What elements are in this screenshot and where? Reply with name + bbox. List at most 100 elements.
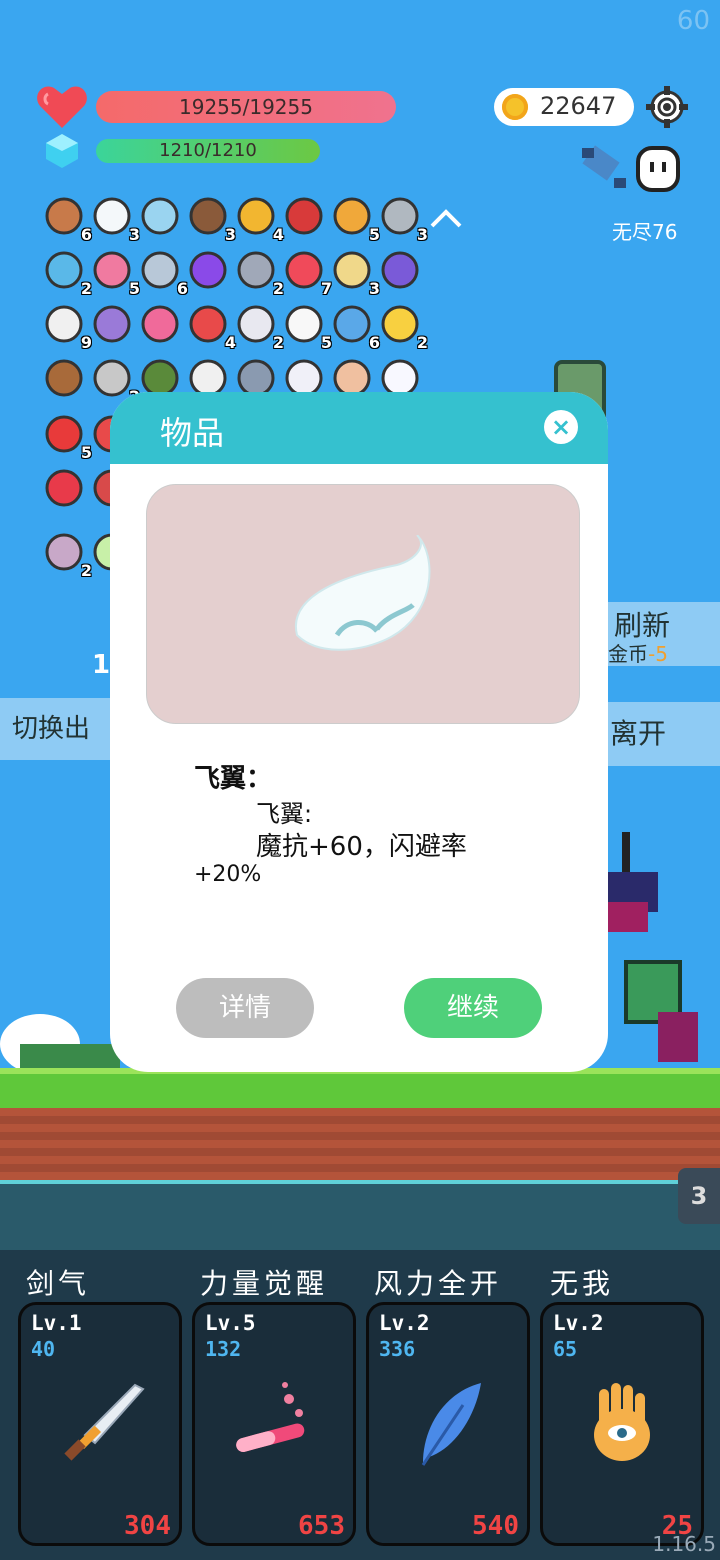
book-icon[interactable]: 5 (332, 196, 380, 244)
skill-card-sword-qi[interactable]: Lv.1 40 304 (18, 1302, 182, 1546)
water-strip (0, 1180, 720, 1254)
magnet-icon[interactable] (284, 196, 328, 240)
item-count: 2 (80, 561, 92, 580)
close-button[interactable]: × (544, 410, 578, 444)
stage-number: 1 (92, 650, 111, 680)
dice-icon-shape (285, 305, 323, 343)
heart-card-icon-shape (141, 305, 179, 343)
chest-icon[interactable] (44, 358, 88, 402)
magnifier-icon-shape (141, 197, 179, 235)
item-preview (146, 484, 580, 724)
potion-flask-icon[interactable]: 2 (44, 250, 92, 298)
coconut-icon[interactable]: 3 (188, 196, 236, 244)
ice-cream-icon[interactable]: 5 (92, 250, 140, 298)
refresh-cost-label: 金币 (608, 642, 648, 666)
item-count: 2 (416, 333, 428, 352)
wave-counter-tab[interactable]: 3 (678, 1168, 720, 1224)
heart-icon (37, 86, 87, 128)
shield-icon[interactable]: 6 (44, 196, 92, 244)
skill-power: 65 (553, 1337, 578, 1361)
item-count: 5 (320, 333, 332, 352)
version-label: 1.16.5 (652, 1532, 716, 1556)
item-count: 6 (80, 225, 92, 244)
spiked-mace-icon[interactable]: 3 (380, 196, 428, 244)
book-icon-shape (333, 197, 371, 235)
item-desc-line1: 飞翼: (256, 800, 313, 828)
coconut-icon-shape (189, 197, 227, 235)
hp-bar: 19255/19255 (96, 91, 396, 123)
pixel-cannon-icon[interactable] (578, 144, 628, 190)
battle-axe-icon[interactable]: 2 (236, 250, 284, 298)
crystal-ball-icon[interactable] (188, 250, 232, 294)
item-count: 6 (176, 279, 188, 298)
item-desc-line2: 魔抗+60，闪避率 (256, 832, 467, 862)
sword-icon[interactable]: 6 (140, 250, 188, 298)
skill-card-wind-full[interactable]: Lv.2 336 540 (366, 1302, 530, 1546)
item-count: 4 (272, 225, 284, 244)
watermelon-icon[interactable]: 7 (284, 250, 332, 298)
star-shield-icon[interactable] (92, 304, 136, 348)
apple-icon[interactable]: 5 (44, 414, 92, 462)
magnifier-icon[interactable] (140, 196, 184, 240)
gold-amount: 22647 (540, 92, 617, 120)
spiked-mace-icon-shape (381, 197, 419, 235)
crown-icon[interactable]: 2 (380, 304, 428, 352)
item-count: 3 (128, 225, 140, 244)
dialog-title: 物品 (160, 414, 225, 452)
endless-level-label: 无尽76 (612, 220, 678, 244)
skill-name-1: 剑气 (26, 1267, 91, 1300)
switch-label: 切换出 (12, 714, 91, 744)
sock-icon[interactable]: 4 (188, 304, 236, 352)
item-dialog: 物品 × 飞翼： 飞翼: 魔抗+60，闪避率 +20% 详情 继续 (110, 392, 608, 1072)
ghost-avatar-icon[interactable] (634, 144, 682, 192)
skill-cost: 304 (124, 1511, 171, 1541)
detail-button[interactable]: 详情 (176, 978, 314, 1038)
ice-cream-icon-shape (93, 251, 131, 289)
skill-power: 132 (205, 1337, 242, 1361)
magnet-icon-shape (285, 197, 323, 235)
skill-name-3: 风力全开 (374, 1267, 503, 1300)
leave-button[interactable]: 离开 (596, 702, 720, 766)
settings-gear-icon[interactable] (646, 86, 688, 128)
wing-icon-shape (93, 197, 131, 235)
skill-card-power-awaken[interactable]: Lv.5 132 653 (192, 1302, 356, 1546)
switch-button[interactable]: 切换出 (0, 698, 120, 760)
envelope-icon[interactable]: 2 (236, 304, 284, 352)
star-shield-icon-shape (93, 305, 131, 343)
coin-stack-icon[interactable]: 4 (236, 196, 284, 244)
star-card-icon-shape (333, 305, 371, 343)
skill-name-4: 无我 (550, 1267, 615, 1300)
continue-button[interactable]: 继续 (404, 978, 542, 1038)
refresh-cost: 金币-5 (608, 638, 668, 667)
sock-icon-shape (189, 305, 227, 343)
skill-level: Lv.1 (31, 1311, 82, 1335)
sword-icon-shape (141, 251, 179, 289)
wing-icon[interactable]: 3 (92, 196, 140, 244)
gold-display: 22647 (494, 88, 634, 126)
item-count: 7 (320, 279, 332, 298)
skill-level: Lv.2 (553, 1311, 604, 1335)
dice-icon[interactable]: 5 (284, 304, 332, 352)
item-count: 3 (416, 225, 428, 244)
flower-icon-shape (45, 305, 83, 343)
treasure-box-icon[interactable] (380, 250, 424, 294)
refresh-cost-value: -5 (648, 642, 668, 666)
item-count: 4 (224, 333, 236, 352)
feather-icon (421, 1383, 481, 1466)
stripe-card-icon[interactable]: 2 (44, 532, 92, 580)
chest-icon-shape (45, 359, 83, 397)
hearts-icon[interactable] (44, 468, 88, 512)
crown-icon-shape (381, 305, 419, 343)
star-card-icon[interactable]: 6 (332, 304, 380, 352)
refresh-button[interactable]: 刷新 金币-5 (596, 602, 720, 666)
scroll-map-icon[interactable]: 3 (332, 250, 380, 298)
skill-card-selfless[interactable]: Lv.2 65 25 (540, 1302, 704, 1546)
heart-card-icon[interactable] (140, 304, 184, 348)
shield-icon-shape (45, 197, 83, 235)
test-tube-icon (236, 1382, 305, 1452)
eye-hand-icon (594, 1383, 650, 1461)
mp-bar: 1210/1210 (96, 139, 320, 163)
scroll-map-icon-shape (333, 251, 371, 289)
flower-icon[interactable]: 9 (44, 304, 92, 352)
collapse-chevron-up-icon[interactable] (428, 206, 464, 230)
